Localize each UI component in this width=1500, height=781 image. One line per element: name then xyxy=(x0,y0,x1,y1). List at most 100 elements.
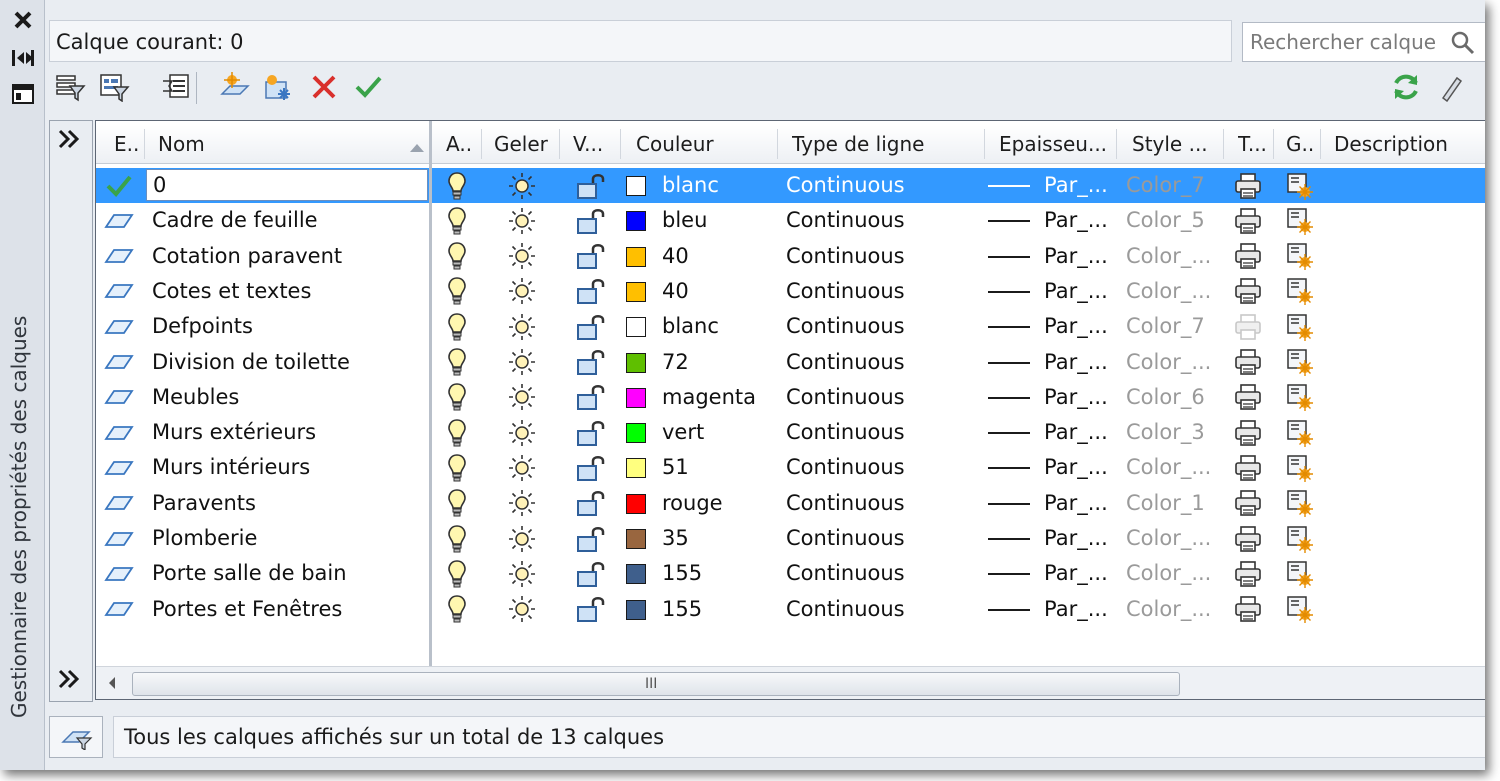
sun-icon[interactable] xyxy=(501,345,543,380)
linetype-name[interactable]: Continuous xyxy=(786,380,976,415)
bulb-icon[interactable] xyxy=(439,556,475,591)
linetype-name[interactable]: Continuous xyxy=(786,521,976,556)
bulb-icon[interactable] xyxy=(439,239,475,274)
invert-filter-icon[interactable] xyxy=(49,716,103,758)
column-plot-style[interactable]: Style ... xyxy=(1132,125,1220,163)
unlock-icon[interactable] xyxy=(570,450,612,485)
layer-name[interactable]: Meubles xyxy=(152,380,422,415)
bulb-icon[interactable] xyxy=(439,274,475,309)
layer-icon[interactable] xyxy=(98,521,140,556)
layer-name[interactable]: Cotation paravent xyxy=(152,239,422,274)
color-swatch[interactable] xyxy=(626,246,646,267)
printer-icon[interactable] xyxy=(1228,274,1268,309)
lineweight-value[interactable]: Par_... xyxy=(1044,274,1116,309)
sun-icon[interactable] xyxy=(501,309,543,344)
color-name[interactable]: rouge xyxy=(662,486,772,521)
color-name[interactable]: blanc xyxy=(662,309,772,344)
bulb-icon[interactable] xyxy=(439,309,475,344)
unlock-icon[interactable] xyxy=(570,274,612,309)
new-vp-freeze-icon[interactable] xyxy=(1280,521,1320,556)
layer-icon[interactable] xyxy=(98,415,140,450)
layer-icon[interactable] xyxy=(98,592,140,627)
sun-icon[interactable] xyxy=(501,203,543,238)
linetype-name[interactable]: Continuous xyxy=(786,415,976,450)
unlock-icon[interactable] xyxy=(570,168,612,203)
sun-icon[interactable] xyxy=(501,450,543,485)
color-swatch[interactable] xyxy=(626,317,646,338)
table-row[interactable]: 0 blanc Continuous Par_... Color_7 xyxy=(96,168,1485,203)
column-new-vp-freeze[interactable]: G.. xyxy=(1286,125,1318,163)
close-icon[interactable] xyxy=(8,8,38,32)
new-vp-freeze-icon[interactable] xyxy=(1280,450,1320,485)
printer-icon[interactable] xyxy=(1228,168,1268,203)
color-name[interactable]: 72 xyxy=(662,345,772,380)
color-name[interactable]: vert xyxy=(662,415,772,450)
color-name[interactable]: 40 xyxy=(662,239,772,274)
new-group-filter-button[interactable] xyxy=(97,70,131,104)
unlock-icon[interactable] xyxy=(570,309,612,344)
layer-icon[interactable] xyxy=(98,380,140,415)
bulb-icon[interactable] xyxy=(439,415,475,450)
color-swatch[interactable] xyxy=(626,458,646,479)
linetype-name[interactable]: Continuous xyxy=(786,309,976,344)
color-name[interactable]: blanc xyxy=(662,168,772,203)
printer-icon[interactable] xyxy=(1228,345,1268,380)
lineweight-value[interactable]: Par_... xyxy=(1044,415,1116,450)
color-swatch[interactable] xyxy=(626,529,646,549)
layer-icon[interactable] xyxy=(98,274,140,309)
lineweight-value[interactable]: Par_... xyxy=(1044,309,1116,344)
layer-icon[interactable] xyxy=(98,450,140,485)
sun-icon[interactable] xyxy=(501,486,543,521)
printer-icon[interactable] xyxy=(1228,556,1268,591)
layer-icon[interactable] xyxy=(98,345,140,380)
new-vp-freeze-icon[interactable] xyxy=(1280,345,1320,380)
printer-icon[interactable] xyxy=(1228,486,1268,521)
new-vp-freeze-icon[interactable] xyxy=(1280,556,1320,591)
linetype-name[interactable]: Continuous xyxy=(786,345,976,380)
lineweight-value[interactable]: Par_... xyxy=(1044,203,1116,238)
bulb-icon[interactable] xyxy=(439,486,475,521)
linetype-name[interactable]: Continuous xyxy=(786,239,976,274)
table-row[interactable]: Murs intérieurs 51 Continuous Par_... Color_… xyxy=(96,450,1485,485)
column-plot[interactable]: T... xyxy=(1238,125,1273,163)
table-row[interactable]: Porte salle de bain 155 Continuous Par_... C… xyxy=(96,556,1485,591)
column-description[interactable]: Description xyxy=(1334,125,1485,163)
lineweight-value[interactable]: Par_... xyxy=(1044,486,1116,521)
layer-states-manager-button[interactable] xyxy=(159,70,193,104)
autohide-icon[interactable] xyxy=(8,46,38,70)
bulb-icon[interactable] xyxy=(439,592,475,627)
lineweight-value[interactable]: Par_... xyxy=(1044,592,1116,627)
layer-icon[interactable] xyxy=(98,203,140,238)
layer-name[interactable]: Murs extérieurs xyxy=(152,415,422,450)
color-name[interactable]: 40 xyxy=(662,274,772,309)
sun-icon[interactable] xyxy=(501,415,543,450)
scrollbar-thumb[interactable]: III xyxy=(132,672,1180,696)
layer-name-field[interactable]: 0 xyxy=(146,169,428,201)
color-name[interactable]: 155 xyxy=(662,556,772,591)
properties-menu-icon[interactable] xyxy=(8,82,38,106)
color-swatch[interactable] xyxy=(626,387,646,408)
layer-name[interactable]: Paravents xyxy=(152,486,422,521)
sun-icon[interactable] xyxy=(501,380,543,415)
new-vp-freeze-icon[interactable] xyxy=(1280,168,1320,203)
new-vp-freeze-icon[interactable] xyxy=(1280,309,1320,344)
printer-icon[interactable] xyxy=(1228,592,1268,627)
color-swatch[interactable] xyxy=(626,281,646,302)
column-status[interactable]: E.. xyxy=(114,125,144,163)
printer-icon[interactable] xyxy=(1228,415,1268,450)
printer-icon[interactable] xyxy=(1228,521,1268,556)
settings-icon[interactable] xyxy=(1433,70,1467,104)
sun-icon[interactable] xyxy=(501,274,543,309)
layer-name[interactable]: Division de toilette xyxy=(152,345,422,380)
linetype-name[interactable]: Continuous xyxy=(786,486,976,521)
column-lock[interactable]: V... xyxy=(573,125,618,163)
table-row[interactable]: Defpoints blanc Continuous Par_... Color_7 xyxy=(96,309,1485,344)
new-vp-freeze-icon[interactable] xyxy=(1280,380,1320,415)
layer-name[interactable]: Porte salle de bain xyxy=(152,556,422,591)
new-layer-vp-frozen-button[interactable] xyxy=(261,70,295,104)
printer-icon[interactable] xyxy=(1228,450,1268,485)
linetype-name[interactable]: Continuous xyxy=(786,274,976,309)
sun-icon[interactable] xyxy=(501,239,543,274)
current-layer-check-icon[interactable] xyxy=(98,168,140,203)
lineweight-value[interactable]: Par_... xyxy=(1044,380,1116,415)
